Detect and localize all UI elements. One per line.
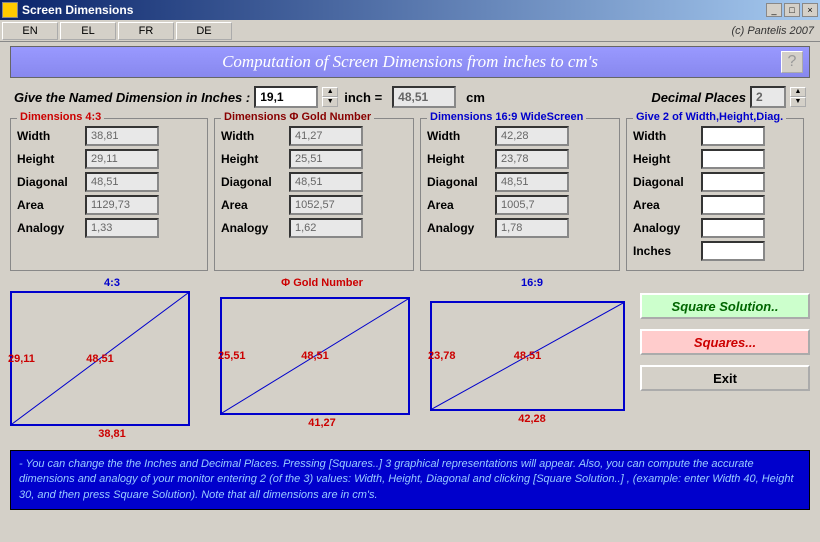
titlebar: Screen Dimensions _ □ × [0, 0, 820, 20]
square-solution-button[interactable]: Square Solution.. [640, 293, 810, 319]
r43-diagonal: 48,51 [85, 172, 159, 192]
exit-button[interactable]: Exit [640, 365, 810, 391]
spin-up-icon[interactable]: ▲ [790, 87, 806, 97]
give2-diagonal-input[interactable] [701, 172, 765, 192]
r169-analogy: 1,78 [495, 218, 569, 238]
r43-height: 29,11 [85, 149, 159, 169]
diagram-16-9-height: 23,78 [428, 350, 456, 362]
banner-title: Computation of Screen Dimensions from in… [222, 52, 598, 72]
window-title: Screen Dimensions [22, 3, 133, 17]
spin-down-icon[interactable]: ▼ [322, 97, 338, 107]
group-16-9-title: Dimensions 16:9 WideScreen [427, 111, 586, 123]
diagram-phi-width: 41,27 [220, 417, 424, 429]
group-16-9: Dimensions 16:9 WideScreen Width42,28 He… [420, 118, 620, 271]
give2-width-input[interactable] [701, 126, 765, 146]
r43-area: 1129,73 [85, 195, 159, 215]
info-text: - You can change the the Inches and Deci… [10, 450, 810, 510]
r43-width: 38,81 [85, 126, 159, 146]
diagram-phi-title: Φ Gold Number [220, 277, 424, 289]
minimize-button[interactable]: _ [766, 3, 782, 17]
group-4-3: Dimensions 4:3 Width38,81 Height29,11 Di… [10, 118, 208, 271]
lang-el-button[interactable]: EL [60, 22, 116, 40]
diagram-phi-diagonal: 48,51 [301, 350, 329, 362]
diagram-16-9-width: 42,28 [430, 413, 634, 425]
give2-analogy-input[interactable] [701, 218, 765, 238]
inches-input[interactable] [254, 86, 318, 108]
r169-width: 42,28 [495, 126, 569, 146]
group-4-3-title: Dimensions 4:3 [17, 111, 104, 123]
lang-en-button[interactable]: EN [2, 22, 58, 40]
cm-unit-label: cm [466, 90, 485, 105]
inches-spinner[interactable]: ▲ ▼ [322, 87, 338, 107]
dp-spinner[interactable]: ▲ ▼ [790, 87, 806, 107]
phi-analogy: 1,62 [289, 218, 363, 238]
copyright-text: (c) Pantelis 2007 [731, 25, 814, 37]
group-phi-title: Dimensions Φ Gold Number [221, 111, 374, 123]
diagram-4-3-title: 4:3 [10, 277, 214, 289]
decimal-places-label: Decimal Places [651, 90, 746, 105]
language-bar: EN EL FR DE (c) Pantelis 2007 [0, 20, 820, 42]
close-button[interactable]: × [802, 3, 818, 17]
diagram-4-3-diagonal: 48,51 [86, 353, 114, 365]
lang-fr-button[interactable]: FR [118, 22, 174, 40]
diagram-16-9: 16:9 23,78 48,51 42,28 [430, 277, 634, 440]
r43-analogy: 1,33 [85, 218, 159, 238]
r169-diagonal: 48,51 [495, 172, 569, 192]
diagram-4-3: 4:3 29,11 48,51 38,81 [10, 277, 214, 440]
group-give2: Give 2 of Width,Height,Diag. Width Heigh… [626, 118, 804, 271]
r169-area: 1005,7 [495, 195, 569, 215]
r169-height: 23,78 [495, 149, 569, 169]
cm-output [392, 86, 456, 108]
phi-width: 41,27 [289, 126, 363, 146]
header-banner: Computation of Screen Dimensions from in… [10, 46, 810, 78]
phi-height: 25,51 [289, 149, 363, 169]
give2-inches-input[interactable] [701, 241, 765, 261]
diagram-phi: Φ Gold Number 25,51 48,51 41,27 [220, 277, 424, 440]
decimal-places-input[interactable] [750, 86, 786, 108]
spin-down-icon[interactable]: ▼ [790, 97, 806, 107]
squares-button[interactable]: Squares... [640, 329, 810, 355]
app-icon [2, 2, 18, 18]
give2-height-input[interactable] [701, 149, 765, 169]
group-give2-title: Give 2 of Width,Height,Diag. [633, 111, 786, 123]
diagram-4-3-width: 38,81 [10, 428, 214, 440]
diagram-16-9-title: 16:9 [430, 277, 634, 289]
maximize-button[interactable]: □ [784, 3, 800, 17]
spin-up-icon[interactable]: ▲ [322, 87, 338, 97]
lang-de-button[interactable]: DE [176, 22, 232, 40]
diagram-4-3-height: 29,11 [8, 353, 35, 365]
group-phi: Dimensions Φ Gold Number Width41,27 Heig… [214, 118, 414, 271]
inches-label: Give the Named Dimension in Inches : [14, 90, 250, 105]
give2-area-input[interactable] [701, 195, 765, 215]
help-button[interactable]: ? [781, 51, 803, 73]
inch-unit-label: inch = [344, 90, 382, 105]
phi-area: 1052,57 [289, 195, 363, 215]
diagram-16-9-diagonal: 48,51 [514, 350, 542, 362]
diagram-phi-height: 25,51 [218, 350, 246, 362]
phi-diagonal: 48,51 [289, 172, 363, 192]
input-row: Give the Named Dimension in Inches : ▲ ▼… [0, 82, 820, 112]
